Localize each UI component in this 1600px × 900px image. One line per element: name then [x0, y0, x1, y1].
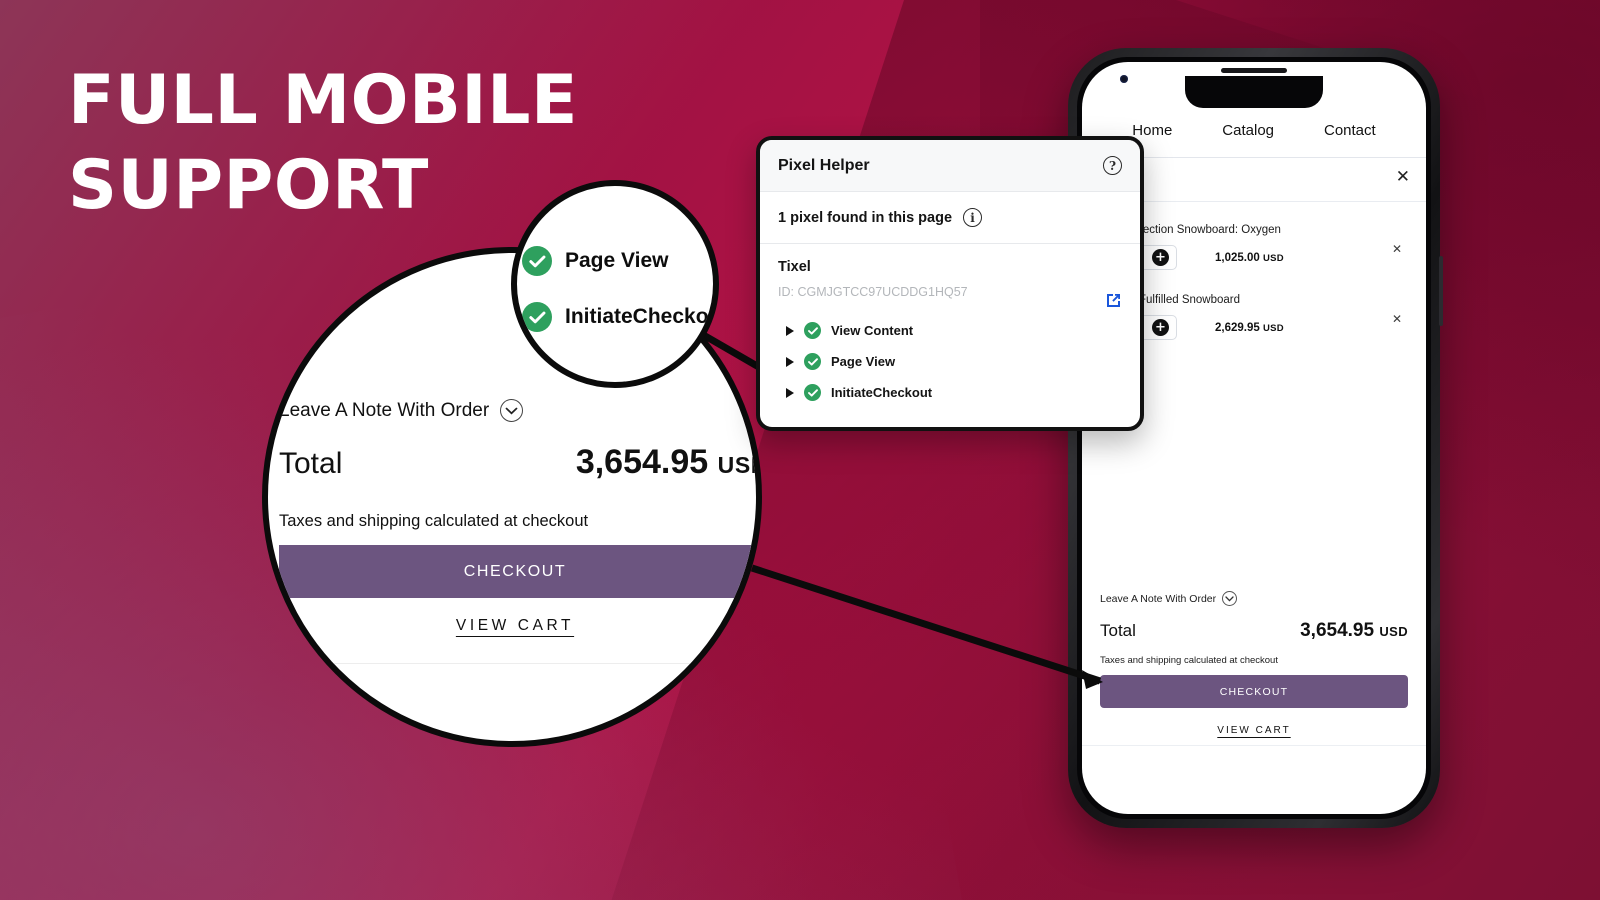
cart-item-price: 1,025.00 USD	[1215, 252, 1284, 264]
taxes-note: Taxes and shipping calculated at checkou…	[1100, 655, 1278, 666]
cart-drawer-close-icon[interactable]: ✕	[1396, 169, 1410, 186]
info-circle-icon[interactable]: i	[963, 208, 983, 227]
view-cart-link[interactable]: VIEW CART	[1100, 725, 1408, 736]
magnified-event-row: InitiateCheckout	[522, 302, 719, 332]
magnified-total-value: 3,654.95 USD	[575, 443, 756, 482]
cart-total-amount: 3,654.95	[1300, 620, 1375, 641]
cart-total-label: Total	[1100, 621, 1136, 640]
magnified-footer-divider	[268, 663, 756, 664]
check-circle-icon	[804, 353, 821, 370]
question-mark-circle-icon[interactable]: ?	[1103, 156, 1122, 175]
check-circle-icon	[522, 302, 552, 332]
nav-item-contact[interactable]: Contact	[1324, 122, 1376, 139]
check-circle-icon	[522, 246, 552, 276]
cart-item-controls: − 1 + 2,629.95 USD	[1100, 315, 1408, 340]
cart-total-row: Total 3,654.95 USD	[1100, 620, 1408, 642]
cart-item-title: The Collection Snowboard: Oxygen	[1100, 224, 1281, 236]
plus-circle-icon[interactable]: +	[1152, 319, 1169, 336]
triangle-right-icon[interactable]	[786, 325, 794, 336]
headline-line-2: SUPPORT	[68, 146, 429, 225]
leave-note-toggle[interactable]: Leave A Note With Order	[1100, 591, 1408, 606]
magnified-checkout-button[interactable]: CHECKOUT	[279, 545, 751, 598]
triangle-right-icon[interactable]	[786, 356, 794, 367]
cart-summary: Leave A Note With Order Total 3,654.95 U…	[1082, 591, 1426, 736]
magnified-total-label: Total	[279, 447, 343, 480]
magnified-total-currency: USD	[717, 452, 756, 478]
cart-item-price-amount: 2,629.95	[1215, 321, 1260, 334]
pixel-id: ID: CGMJGTCC97UCDDG1HQ57	[778, 285, 968, 299]
triangle-right-icon[interactable]	[786, 387, 794, 398]
page-title: FULL MOBILE SUPPORT	[68, 58, 578, 228]
phone-front-camera	[1120, 75, 1128, 83]
pixel-name: Tixel	[778, 259, 811, 275]
nav-item-catalog[interactable]: Catalog	[1222, 122, 1274, 139]
pixel-found-text: 1 pixel found in this page	[778, 209, 953, 226]
checkout-button[interactable]: CHECKOUT	[1100, 675, 1408, 708]
cart-item-remove-icon[interactable]: ✕	[1392, 242, 1402, 256]
pixel-event-label: View Content	[831, 323, 914, 338]
cart-item-controls: − 1 + 1,025.00 USD	[1100, 245, 1408, 270]
pixel-helper-title: Pixel Helper	[778, 156, 870, 174]
chevron-down-circle-icon[interactable]	[1222, 591, 1238, 606]
phone-notch	[1185, 76, 1323, 108]
pixel-detail-body: Tixel ID: CGMJGTCC97UCDDG1HQ57 View Cont…	[760, 244, 1140, 427]
nav-item-home[interactable]: Home	[1132, 122, 1172, 139]
cart-item-price: 2,629.95 USD	[1215, 322, 1284, 334]
chevron-down-circle-icon[interactable]	[500, 399, 524, 422]
pixel-event-label: InitiateCheckout	[831, 385, 933, 400]
magnified-event-label: Page View	[565, 249, 669, 272]
pixel-event-row[interactable]: View Content	[778, 315, 1122, 346]
cart-item-remove-icon[interactable]: ✕	[1392, 312, 1402, 326]
magnified-view-cart-link[interactable]: VIEW CART	[279, 617, 751, 635]
phone-power-button[interactable]	[1439, 256, 1443, 326]
phone-earpiece-speaker	[1221, 68, 1287, 73]
check-circle-icon	[804, 322, 821, 339]
check-circle-icon	[804, 384, 821, 401]
cart-item-price-currency: USD	[1262, 252, 1284, 264]
cart-total-value: 3,654.95 USD	[1300, 620, 1408, 642]
magnified-event-row: Page View	[522, 246, 669, 276]
cart-total-currency: USD	[1379, 624, 1408, 639]
pixel-event-row[interactable]: Page View	[778, 346, 1122, 377]
magnified-event-label: InitiateCheckout	[565, 305, 719, 328]
pixel-found-banner: 1 pixel found in this page i	[760, 192, 1140, 244]
cart-footer-divider	[1082, 745, 1426, 746]
pixel-event-row[interactable]: InitiateCheckout	[778, 377, 1122, 408]
plus-circle-icon[interactable]: +	[1152, 249, 1169, 266]
cart-item-price-amount: 1,025.00	[1215, 251, 1260, 264]
external-link-icon[interactable]	[1105, 292, 1122, 314]
magnified-leave-note-label: Leave A Note With Order	[279, 399, 490, 421]
magnified-leave-note-toggle[interactable]: Leave A Note With Order	[279, 399, 524, 422]
cart-item-price-currency: USD	[1262, 322, 1284, 334]
pixel-helper-header: Pixel Helper ?	[760, 140, 1140, 192]
pixel-event-label: Page View	[831, 354, 896, 369]
headline-line-1: FULL MOBILE	[68, 61, 578, 140]
pixel-helper-panel: Pixel Helper ? 1 pixel found in this pag…	[756, 136, 1144, 431]
magnified-taxes-note: Taxes and shipping calculated at checkou…	[279, 512, 589, 530]
magnifier-events-callout: Page View InitiateCheckout	[511, 180, 719, 388]
cart-item-title: The 3p Fulfilled Snowboard	[1100, 294, 1240, 306]
leave-note-label: Leave A Note With Order	[1100, 592, 1217, 605]
magnified-total-row: Total 3,654.95 USD	[279, 443, 756, 482]
magnified-total-amount: 3,654.95	[575, 443, 709, 481]
